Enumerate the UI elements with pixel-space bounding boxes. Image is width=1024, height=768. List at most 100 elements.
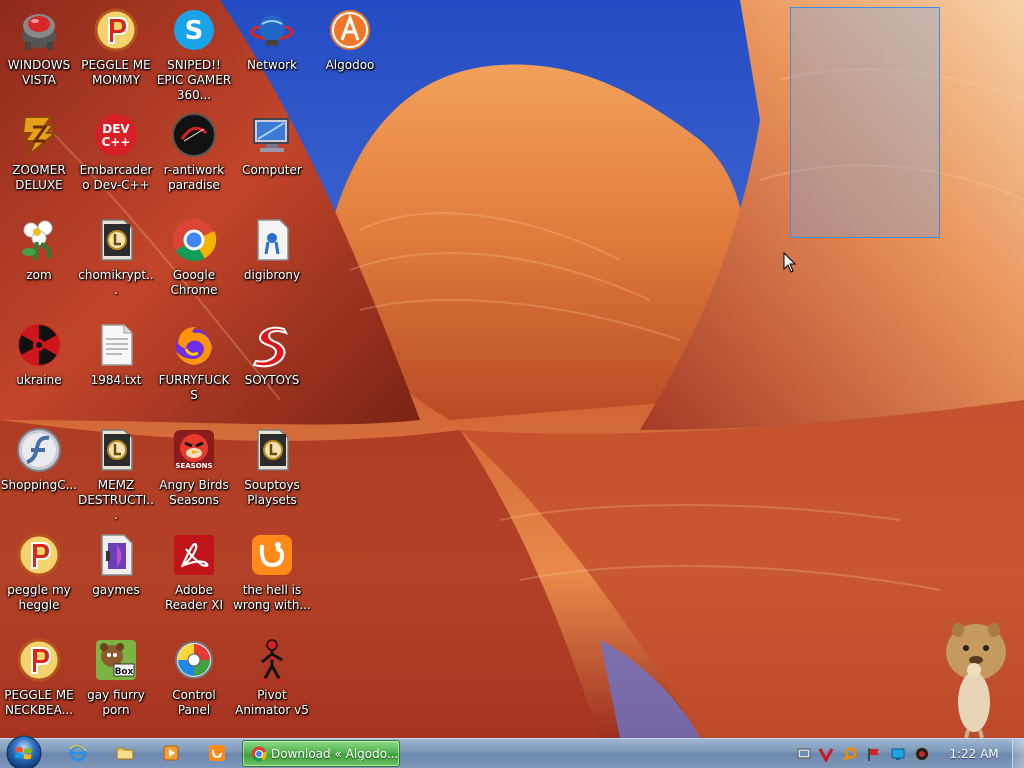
antivirus-tray-icon[interactable] bbox=[818, 746, 834, 762]
radiation-icon bbox=[15, 321, 63, 369]
desktop-icon[interactable]: the hell is wrong with... bbox=[233, 525, 311, 629]
network-icon bbox=[248, 6, 296, 54]
shortcut-file-icon bbox=[92, 426, 140, 474]
quick-launch-media-player[interactable] bbox=[160, 742, 182, 764]
desktop-icon[interactable]: chomikrypt... bbox=[77, 210, 155, 314]
quick-launch-explorer[interactable] bbox=[114, 742, 136, 764]
search-tray-icon[interactable] bbox=[842, 746, 858, 762]
desktop-icon-label: FURRYFUCKS bbox=[158, 373, 230, 402]
shortcut-file-icon bbox=[248, 426, 296, 474]
taskbar-button-chrome-download[interactable]: Download « Algodo... bbox=[242, 740, 400, 767]
desktop-icon-label: Algodoo bbox=[325, 58, 375, 72]
robot-app-icon bbox=[15, 6, 63, 54]
text-file-icon bbox=[92, 321, 140, 369]
flag-tray-icon[interactable] bbox=[866, 746, 882, 762]
desktop-icon[interactable]: Pivot Animator v5 bbox=[233, 630, 311, 734]
desktop-icon[interactable]: Souptoys Playsets bbox=[233, 420, 311, 524]
desktop-icon[interactable]: r-antiwork paradise bbox=[155, 105, 233, 209]
desktop-icon-label: WINDOWS VISTA bbox=[7, 58, 71, 87]
selection-rectangle bbox=[790, 7, 940, 238]
display-tray-icon[interactable] bbox=[890, 746, 906, 762]
firefox-icon bbox=[170, 321, 218, 369]
red-s-icon bbox=[248, 321, 296, 369]
desktop-icon-label: 1984.txt bbox=[90, 373, 142, 387]
desktop-icon[interactable]: PEGGLE ME NECKBEA... bbox=[0, 630, 78, 734]
desktop-icon-label: Souptoys Playsets bbox=[244, 478, 300, 507]
desktop-icon[interactable]: SEASONS Angry Birds Seasons bbox=[155, 420, 233, 524]
desktop-icon-label: r-antiwork paradise bbox=[163, 163, 225, 192]
peggle-icon bbox=[15, 531, 63, 579]
skype-icon: S bbox=[170, 6, 218, 54]
desktop-icon[interactable]: digibrony bbox=[233, 210, 311, 314]
desktop-icon[interactable]: MEMZ DESTRUCTI... bbox=[77, 420, 155, 524]
volume-tray-icon[interactable] bbox=[914, 746, 930, 762]
desktop-icon[interactable]: SOYTOYS bbox=[233, 315, 311, 419]
desktop-icon[interactable]: Adobe Reader XI bbox=[155, 525, 233, 629]
desktop-icon-label: gaymes bbox=[92, 583, 140, 597]
devcpp-icon: DEV C++ bbox=[92, 111, 140, 159]
desktop-icon[interactable]: Network bbox=[233, 0, 311, 104]
box-bear-icon: Box bbox=[92, 636, 140, 684]
adobe-reader-icon bbox=[170, 531, 218, 579]
svg-text:C++: C++ bbox=[102, 135, 131, 149]
desktop-icon[interactable]: Control Panel bbox=[155, 630, 233, 734]
control-panel-icon bbox=[170, 636, 218, 684]
algodoo-icon bbox=[326, 6, 374, 54]
taskbar-clock[interactable]: 1:22 AM bbox=[944, 739, 1004, 768]
show-desktop-button[interactable] bbox=[1012, 739, 1024, 768]
desktop-icon[interactable]: ShoppingC... bbox=[0, 420, 78, 524]
angry-birds-icon: SEASONS bbox=[170, 426, 218, 474]
desktop-icon-label: Pivot Animator v5 bbox=[235, 688, 309, 717]
desktop-icon[interactable]: DEV C++ Embarcadero Dev-C++ bbox=[77, 105, 155, 209]
desktop-icon-label: Adobe Reader XI bbox=[164, 583, 224, 612]
desktop-icon-label: SOYTOYS bbox=[244, 373, 300, 387]
desktop-icon-grid: WINDOWS VISTA PEGGLE ME MOMMY S SNIPED!! EP… bbox=[0, 0, 374, 738]
desktop-icon-label: digibrony bbox=[243, 268, 301, 282]
desktop-icon[interactable]: WINDOWS VISTA bbox=[0, 0, 78, 104]
flash-icon bbox=[15, 426, 63, 474]
desktop-icon[interactable]: PEGGLE ME MOMMY bbox=[77, 0, 155, 104]
desktop-icon[interactable]: Algodoo bbox=[311, 0, 389, 104]
svg-text:DEV: DEV bbox=[102, 122, 130, 136]
desktop-icon[interactable]: gaymes bbox=[77, 525, 155, 629]
desktop-icon[interactable]: Box gay fiurry porn bbox=[77, 630, 155, 734]
desktop-icon[interactable]: S SNIPED!! EPIC GAMER 360... bbox=[155, 0, 233, 104]
quick-launch-uc-browser[interactable] bbox=[206, 742, 228, 764]
desktop-icon-label: ShoppingC... bbox=[0, 478, 78, 492]
windows-start-orb-icon[interactable] bbox=[2, 732, 46, 768]
mouse-pointer-icon bbox=[783, 252, 797, 273]
desktop-pet-character[interactable] bbox=[938, 612, 1014, 738]
desktop-icon[interactable]: ZOOMER DELUXE bbox=[0, 105, 78, 209]
quick-launch-internet-explorer[interactable] bbox=[67, 742, 89, 764]
computer-icon bbox=[248, 111, 296, 159]
document-app-icon bbox=[248, 216, 296, 264]
desktop-icon[interactable]: ukraine bbox=[0, 315, 78, 419]
desktop-icon-label: PEGGLE ME NECKBEA... bbox=[4, 688, 74, 717]
desktop-icon-label: peggle my heggle bbox=[7, 583, 71, 612]
desktop-icon-label: Embarcadero Dev-C++ bbox=[79, 163, 153, 192]
desktop-icon[interactable]: peggle my heggle bbox=[0, 525, 78, 629]
peggle-icon bbox=[15, 636, 63, 684]
media-player-icon bbox=[163, 745, 179, 761]
svg-text:Box: Box bbox=[115, 667, 134, 677]
desktop-icon-label: ukraine bbox=[16, 373, 62, 387]
uc-browser-icon bbox=[248, 531, 296, 579]
desktop-icon[interactable]: 1984.txt bbox=[77, 315, 155, 419]
desktop-icon[interactable]: zom bbox=[0, 210, 78, 314]
desktop-icon[interactable]: FURRYFUCKS bbox=[155, 315, 233, 419]
svg-text:SEASONS: SEASONS bbox=[175, 462, 212, 470]
desktop-icon[interactable]: Computer bbox=[233, 105, 311, 209]
zuma-icon bbox=[15, 111, 63, 159]
svg-text:S: S bbox=[185, 16, 204, 46]
desktop-icon-label: Network bbox=[246, 58, 298, 72]
desktop-icon-label: ZOOMER DELUXE bbox=[12, 163, 66, 192]
desktop-icon-label: SNIPED!! EPIC GAMER 360... bbox=[156, 58, 232, 102]
network-tray-icon[interactable] bbox=[796, 746, 812, 762]
stick-figure-icon bbox=[248, 636, 296, 684]
chrome-icon bbox=[251, 746, 267, 762]
desktop-icon-label: Angry Birds Seasons bbox=[159, 478, 229, 507]
desktop-icon-label: PEGGLE ME MOMMY bbox=[81, 58, 151, 87]
desktop-icon[interactable]: Google Chrome bbox=[155, 210, 233, 314]
desktop-icon-label: Google Chrome bbox=[170, 268, 218, 297]
taskbar-button-label: Download « Algodo... bbox=[271, 746, 399, 761]
